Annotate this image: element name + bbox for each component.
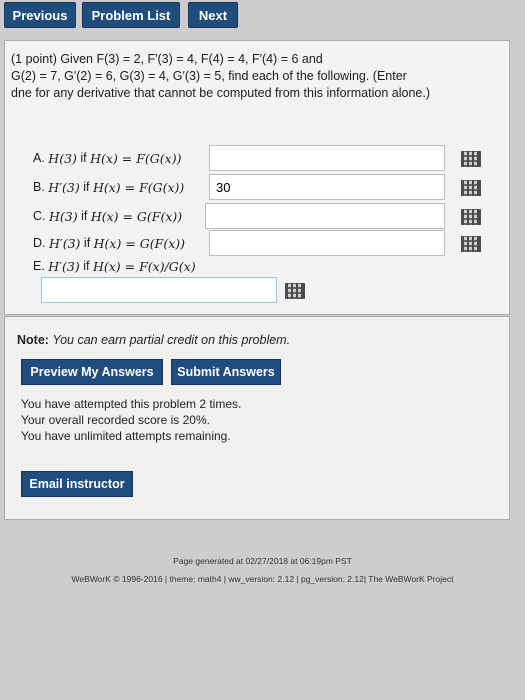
part-d-if: if <box>83 236 91 250</box>
part-d-definition: H(x) = G(F(x)) <box>93 235 185 251</box>
part-d-expr: H′(3) <box>48 235 81 251</box>
part-e-definition: H(x) = F(x)/G(x) <box>92 258 196 274</box>
partial-credit-note: Note: You can earn partial credit on thi… <box>17 333 290 347</box>
part-c-row: C. H(3) if H(x) = G(F(x)) <box>33 204 182 228</box>
page-generated-text: Page generated at 02/27/2018 at 06:19pm … <box>173 556 352 566</box>
equation-editor-icon[interactable] <box>461 151 481 167</box>
part-a-definition: H(x) = F(G(x)) <box>90 150 182 166</box>
part-e-letter: E. <box>33 259 45 273</box>
part-b-letter: B. <box>33 180 45 194</box>
score-message: Your overall recorded score is 20%. <box>21 413 210 427</box>
problem-intro-line-3: dne for any derivative that cannot be co… <box>11 86 430 100</box>
top-navigation: Previous Problem List Next <box>0 0 525 30</box>
equation-editor-icon[interactable] <box>285 283 305 299</box>
previous-button[interactable]: Previous <box>4 2 76 28</box>
part-e-row: E. H′(3) if H(x) = F(x)/G(x) <box>33 254 196 278</box>
attempts-message: You have attempted this problem 2 times. <box>21 397 242 411</box>
part-b-definition: H(x) = F(G(x)) <box>92 179 185 195</box>
problem-statement: (1 point) Given F(3) = 2, F′(3) = 4, F(4… <box>11 51 501 102</box>
part-a-if: if <box>80 151 87 165</box>
next-button[interactable]: Next <box>188 2 238 28</box>
copyright-footer: WeBWorK © 1996-2016 | theme: math4 | ww_… <box>71 574 454 584</box>
problem-panel: (1 point) Given F(3) = 2, F′(3) = 4, F(4… <box>4 40 510 315</box>
part-b-expr: H′(3) <box>48 179 80 195</box>
part-b-if: if <box>83 180 90 194</box>
email-instructor-button[interactable]: Email instructor <box>21 471 133 497</box>
note-text: You can earn partial credit on this prob… <box>52 333 291 347</box>
part-d-answer-input[interactable] <box>209 230 445 256</box>
part-b-row: B. H′(3) if H(x) = F(G(x)) <box>33 175 184 199</box>
problem-intro-line-1: (1 point) Given F(3) = 2, F′(3) = 4, F(4… <box>11 52 323 66</box>
part-e-expr: H′(3) <box>48 258 80 274</box>
equation-editor-icon[interactable] <box>461 209 481 225</box>
part-c-answer-input[interactable] <box>205 203 445 229</box>
part-a-expr: H(3) <box>48 150 77 166</box>
part-e-if: if <box>83 259 90 273</box>
remaining-attempts-message: You have unlimited attempts remaining. <box>21 429 231 443</box>
problem-list-button[interactable]: Problem List <box>82 2 180 28</box>
note-label: Note: <box>17 333 49 347</box>
part-e-answer-input[interactable] <box>41 277 277 303</box>
part-a-letter: A. <box>33 151 45 165</box>
part-d-row: D. H′(3) if H(x) = G(F(x)) <box>33 231 185 255</box>
submit-answers-button[interactable]: Submit Answers <box>171 359 281 385</box>
part-c-definition: H(x) = G(F(x)) <box>90 208 183 224</box>
part-d-letter: D. <box>33 236 46 250</box>
equation-editor-icon[interactable] <box>461 236 481 252</box>
part-b-answer-input[interactable] <box>209 174 445 200</box>
part-a-answer-input[interactable] <box>209 145 445 171</box>
problem-intro-line-2: G(2) = 7, G′(2) = 6, G(3) = 4, G′(3) = 5… <box>11 69 407 83</box>
part-c-expr: H(3) <box>48 208 78 224</box>
preview-answers-button[interactable]: Preview My Answers <box>21 359 163 385</box>
part-a-row: A. H(3) if H(x) = F(G(x)) <box>33 146 181 170</box>
equation-editor-icon[interactable] <box>461 180 481 196</box>
part-c-letter: C. <box>33 209 46 223</box>
part-c-if: if <box>81 209 88 223</box>
actions-panel: Note: You can earn partial credit on thi… <box>4 316 510 520</box>
